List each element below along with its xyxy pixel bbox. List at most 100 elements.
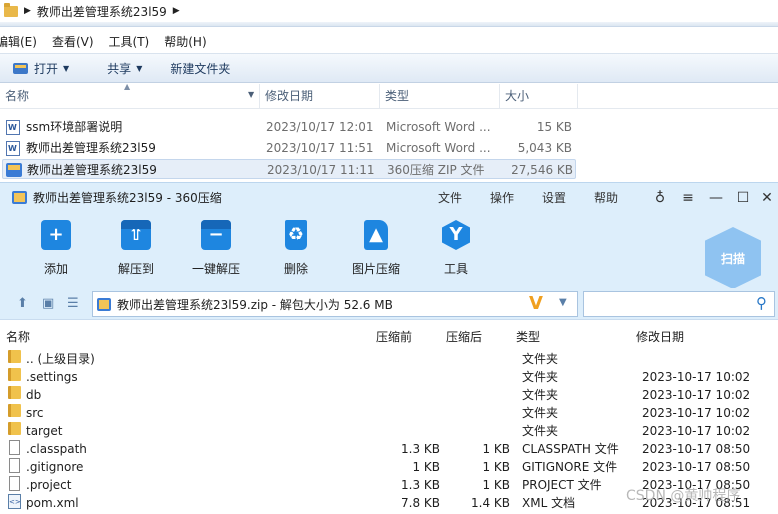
list-view-icon[interactable]: ☰ [67, 296, 79, 311]
zip-app-icon [12, 191, 27, 204]
share-button[interactable]: 共享 ▼ [107, 60, 142, 77]
column-modified[interactable]: 修改日期 [260, 84, 380, 109]
breadcrumb[interactable]: 教师出差管理系统23l59 [37, 3, 167, 20]
file-row[interactable]: ssm环境部署说明 2023/10/17 12:01 Microsoft Wor… [0, 117, 778, 138]
archive-row[interactable]: target 文件夹 2023-10-17 10:02 [0, 422, 778, 440]
folder-icon [8, 404, 21, 417]
column-size[interactable]: 大小 [500, 84, 578, 109]
search-icon[interactable]: ⚲ [756, 294, 767, 312]
folder-icon [4, 2, 18, 17]
skin-icon[interactable]: ♁ [650, 188, 670, 208]
menu-edit[interactable]: 编辑(E) [0, 33, 37, 50]
file-modified: 2023/10/17 11:11 [267, 163, 375, 177]
entry-type: 文件夹 [522, 370, 559, 384]
scan-button[interactable]: 扫描 [705, 227, 761, 289]
extract-to-icon: ⇧ [121, 220, 151, 250]
column-compressed-after[interactable]: 压缩后 [446, 327, 482, 347]
menu-help[interactable]: 帮助 [594, 183, 618, 213]
entry-type: 文件夹 [522, 424, 559, 438]
column-name[interactable]: 名称 [6, 327, 30, 347]
entry-size-before: 1.3 KB [401, 442, 440, 456]
menu-lines-icon[interactable]: ≡ [678, 188, 698, 208]
archive-path-field[interactable]: 教师出差管理系统23l59.zip - 解包大小为 52.6 MB V ▼ [92, 291, 578, 317]
open-label: 打开 [34, 61, 59, 76]
entry-modified: 2023-10-17 10:02 [642, 424, 751, 438]
entry-size-after: 1 KB [482, 478, 510, 492]
entry-size-after: 1 KB [482, 442, 510, 456]
column-type[interactable]: 类型 [380, 84, 500, 109]
entry-modified: 2023-10-17 10:02 [642, 406, 751, 420]
entry-name: pom.xml [26, 496, 79, 510]
menu-file[interactable]: 文件 [438, 183, 462, 213]
delete-button[interactable]: ♻ 删除 [261, 220, 331, 277]
menu-tools[interactable]: 工具(T) [109, 33, 150, 50]
folder-icon [8, 386, 21, 399]
entry-modified: 2023-10-17 08:50 [642, 460, 751, 474]
tools-hexagon-icon: Y [442, 220, 470, 250]
add-archive-icon: + [41, 220, 71, 250]
file-icon [9, 476, 20, 491]
thumbnail-view-icon[interactable]: ▣ [42, 296, 54, 311]
path-dropdown-icon[interactable]: ▼ [559, 297, 567, 308]
one-click-extract-icon: − [201, 220, 231, 250]
new-folder-button[interactable]: 新建文件夹 [170, 60, 230, 77]
entry-name: .project [26, 478, 72, 492]
chevron-right-icon[interactable]: ▶ [173, 6, 180, 16]
file-size: 27,546 KB [511, 163, 573, 177]
window-title: 教师出差管理系统23l59 - 360压缩 [33, 191, 222, 205]
entry-name: .gitignore [26, 460, 84, 474]
chevron-right-icon[interactable]: ▶ [24, 6, 31, 16]
up-arrow-icon[interactable]: ⬆ [17, 296, 28, 311]
zip-title-bar[interactable]: 教师出差管理系统23l59 - 360压缩 文件 操作 设置 帮助 ♁ ≡ — … [0, 182, 778, 212]
entry-size-after: 1 KB [482, 460, 510, 474]
archive-row[interactable]: .settings 文件夹 2023-10-17 10:02 [0, 368, 778, 386]
one-click-extract-button[interactable]: − 一键解压 [181, 220, 251, 277]
archive-row[interactable]: .gitignore 1 KB 1 KB GITIGNORE 文件 2023-1… [0, 458, 778, 476]
entry-type: 文件夹 [522, 352, 559, 366]
file-type: Microsoft Word ... [386, 141, 491, 155]
word-document-icon [6, 118, 20, 138]
explorer-address-bar[interactable]: ▶ 教师出差管理系统23l59 ▶ [0, 0, 778, 22]
entry-modified: 2023-10-17 10:02 [642, 370, 751, 384]
file-icon [9, 440, 20, 455]
maximize-icon[interactable]: ☐ [733, 188, 753, 208]
search-input[interactable]: ⚲ [583, 291, 775, 317]
menu-view[interactable]: 查看(V) [52, 33, 94, 50]
menu-settings[interactable]: 设置 [542, 183, 566, 213]
file-name: ssm环境部署说明 [26, 120, 123, 134]
file-name: 教师出差管理系统23l59 [26, 141, 156, 155]
entry-size-before: 1 KB [412, 460, 440, 474]
file-type: Microsoft Word ... [386, 120, 491, 134]
extract-to-button[interactable]: ⇧ 解压到 [101, 220, 171, 277]
column-filter-icon[interactable]: ▼ [248, 90, 254, 99]
folder-icon [8, 422, 21, 435]
file-size: 15 KB [536, 120, 572, 134]
tools-button[interactable]: Y 工具 [421, 220, 491, 277]
menu-operate[interactable]: 操作 [490, 183, 514, 213]
v-logo-icon[interactable]: V [529, 293, 543, 314]
xml-file-icon: <> [8, 494, 21, 509]
image-compress-icon: ▲ [364, 220, 388, 250]
close-icon[interactable]: ✕ [757, 188, 777, 208]
column-modified[interactable]: 修改日期 [636, 327, 684, 347]
image-compress-button[interactable]: ▲ 图片压缩 [341, 220, 411, 277]
file-row[interactable]: 教师出差管理系统23l59 2023/10/17 11:51 Microsoft… [0, 138, 778, 159]
menu-help[interactable]: 帮助(H) [164, 33, 206, 50]
folder-icon [8, 368, 21, 381]
add-button[interactable]: + 添加 [21, 220, 91, 277]
archive-row[interactable]: db 文件夹 2023-10-17 10:02 [0, 386, 778, 404]
file-row-selected[interactable]: 教师出差管理系统23l59 2023/10/17 11:11 360压缩 ZIP… [2, 159, 576, 179]
column-compressed-before[interactable]: 压缩前 [376, 327, 412, 347]
archive-row[interactable]: src 文件夹 2023-10-17 10:02 [0, 404, 778, 422]
word-document-icon [6, 139, 20, 159]
entry-size-after: 1.4 KB [471, 496, 510, 510]
archive-row[interactable]: .classpath 1.3 KB 1 KB CLASSPATH 文件 2023… [0, 440, 778, 458]
zip-archive-icon [6, 163, 22, 177]
minimize-icon[interactable]: — [706, 188, 726, 208]
open-button[interactable]: 打开 ▼ [13, 60, 69, 77]
column-type[interactable]: 类型 [516, 327, 540, 347]
archive-row[interactable]: .. (上级目录) 文件夹 [0, 350, 778, 368]
entry-name: src [26, 406, 44, 420]
dropdown-arrow-icon: ▼ [63, 63, 70, 73]
file-type: 360压缩 ZIP 文件 [387, 163, 485, 177]
